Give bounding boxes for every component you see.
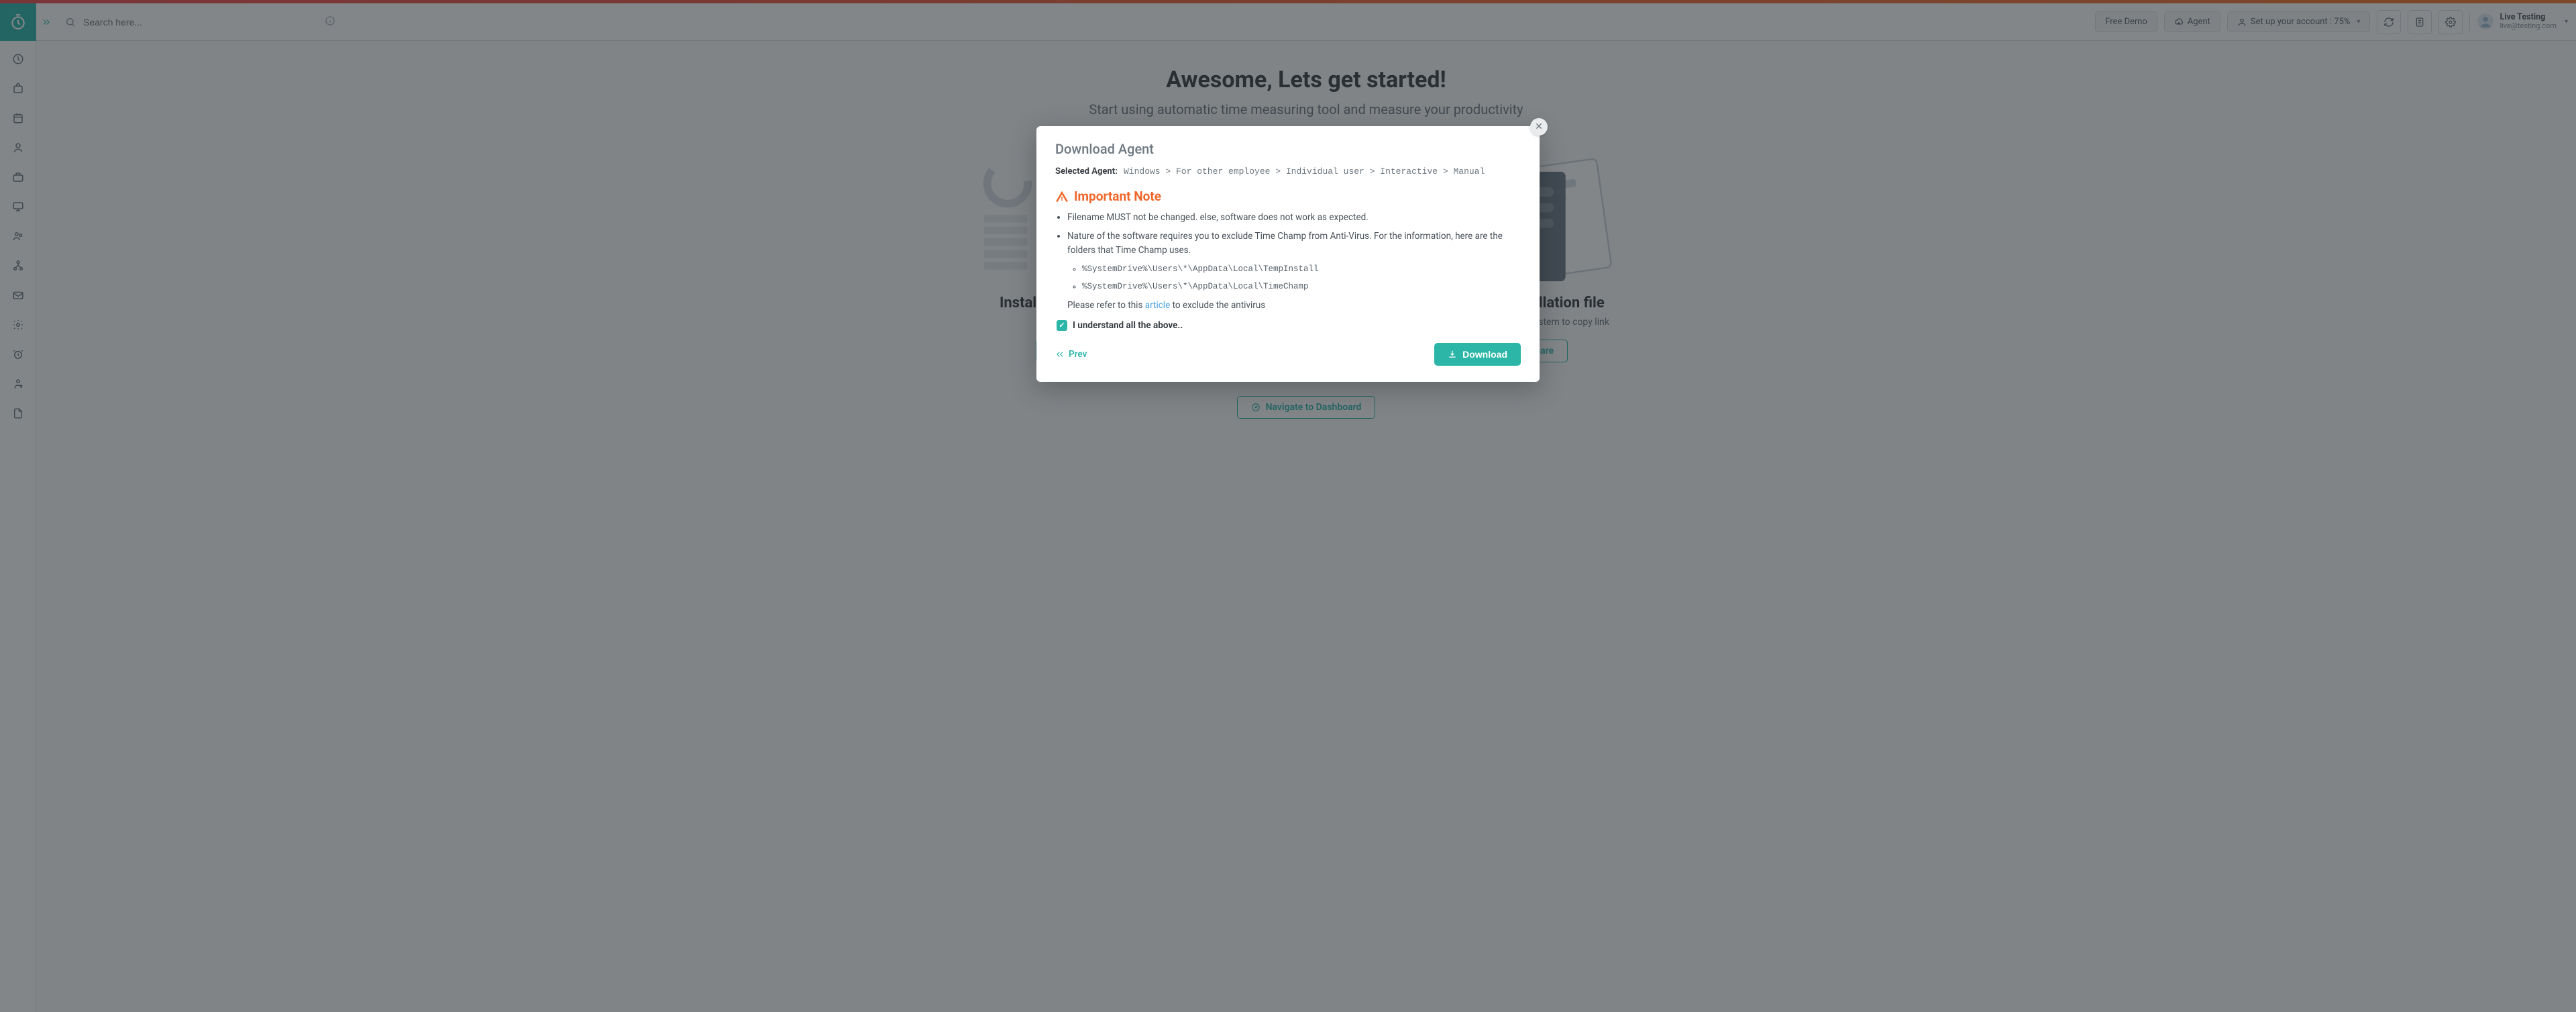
understand-checkbox-row[interactable]: ✓ I understand all the above..	[1057, 320, 1521, 331]
selected-agent-line: Selected Agent: Windows > For other empl…	[1055, 166, 1521, 176]
warning-icon	[1055, 190, 1069, 203]
selected-agent-path: Windows > For other employee > Individua…	[1124, 166, 1485, 176]
refer-prefix: Please refer to this	[1067, 300, 1145, 311]
article-link[interactable]: article	[1145, 300, 1170, 311]
folder-path-2: %SystemDrive%\Users\*\AppData\Local\Time…	[1082, 280, 1521, 293]
modal-download-button[interactable]: Download	[1434, 343, 1521, 366]
prev-label: Prev	[1069, 349, 1087, 360]
note-item-2-text: Nature of the software requires you to e…	[1067, 231, 1503, 256]
refer-suffix: to exclude the antivirus	[1173, 300, 1266, 311]
folder-path-1: %SystemDrive%\Users\*\AppData\Local\Temp…	[1082, 262, 1521, 276]
chevrons-left-icon	[1055, 350, 1065, 359]
prev-button[interactable]: Prev	[1055, 349, 1087, 360]
modal-footer: Prev Download	[1055, 343, 1521, 366]
close-icon: ✕	[1535, 121, 1543, 132]
modal-close-button[interactable]: ✕	[1530, 118, 1548, 136]
understand-label: I understand all the above..	[1073, 320, 1183, 331]
note-list: Filename MUST not be changed. else, soft…	[1067, 211, 1521, 293]
download-icon	[1448, 350, 1457, 359]
important-note-label: Important Note	[1074, 189, 1161, 204]
modal-title: Download Agent	[1055, 141, 1521, 157]
folder-path-list: %SystemDrive%\Users\*\AppData\Local\Temp…	[1082, 262, 1521, 293]
note-item-2: Nature of the software requires you to e…	[1067, 230, 1521, 293]
modal-download-label: Download	[1462, 349, 1507, 360]
selected-agent-label: Selected Agent:	[1055, 166, 1118, 176]
refer-line: Please refer to this article to exclude …	[1067, 300, 1521, 311]
note-item-1: Filename MUST not be changed. else, soft…	[1067, 211, 1521, 225]
checkbox-checked-icon[interactable]: ✓	[1057, 320, 1067, 331]
important-note-heading: Important Note	[1055, 189, 1521, 204]
download-agent-modal: ✕ Download Agent Selected Agent: Windows…	[1036, 126, 1540, 382]
